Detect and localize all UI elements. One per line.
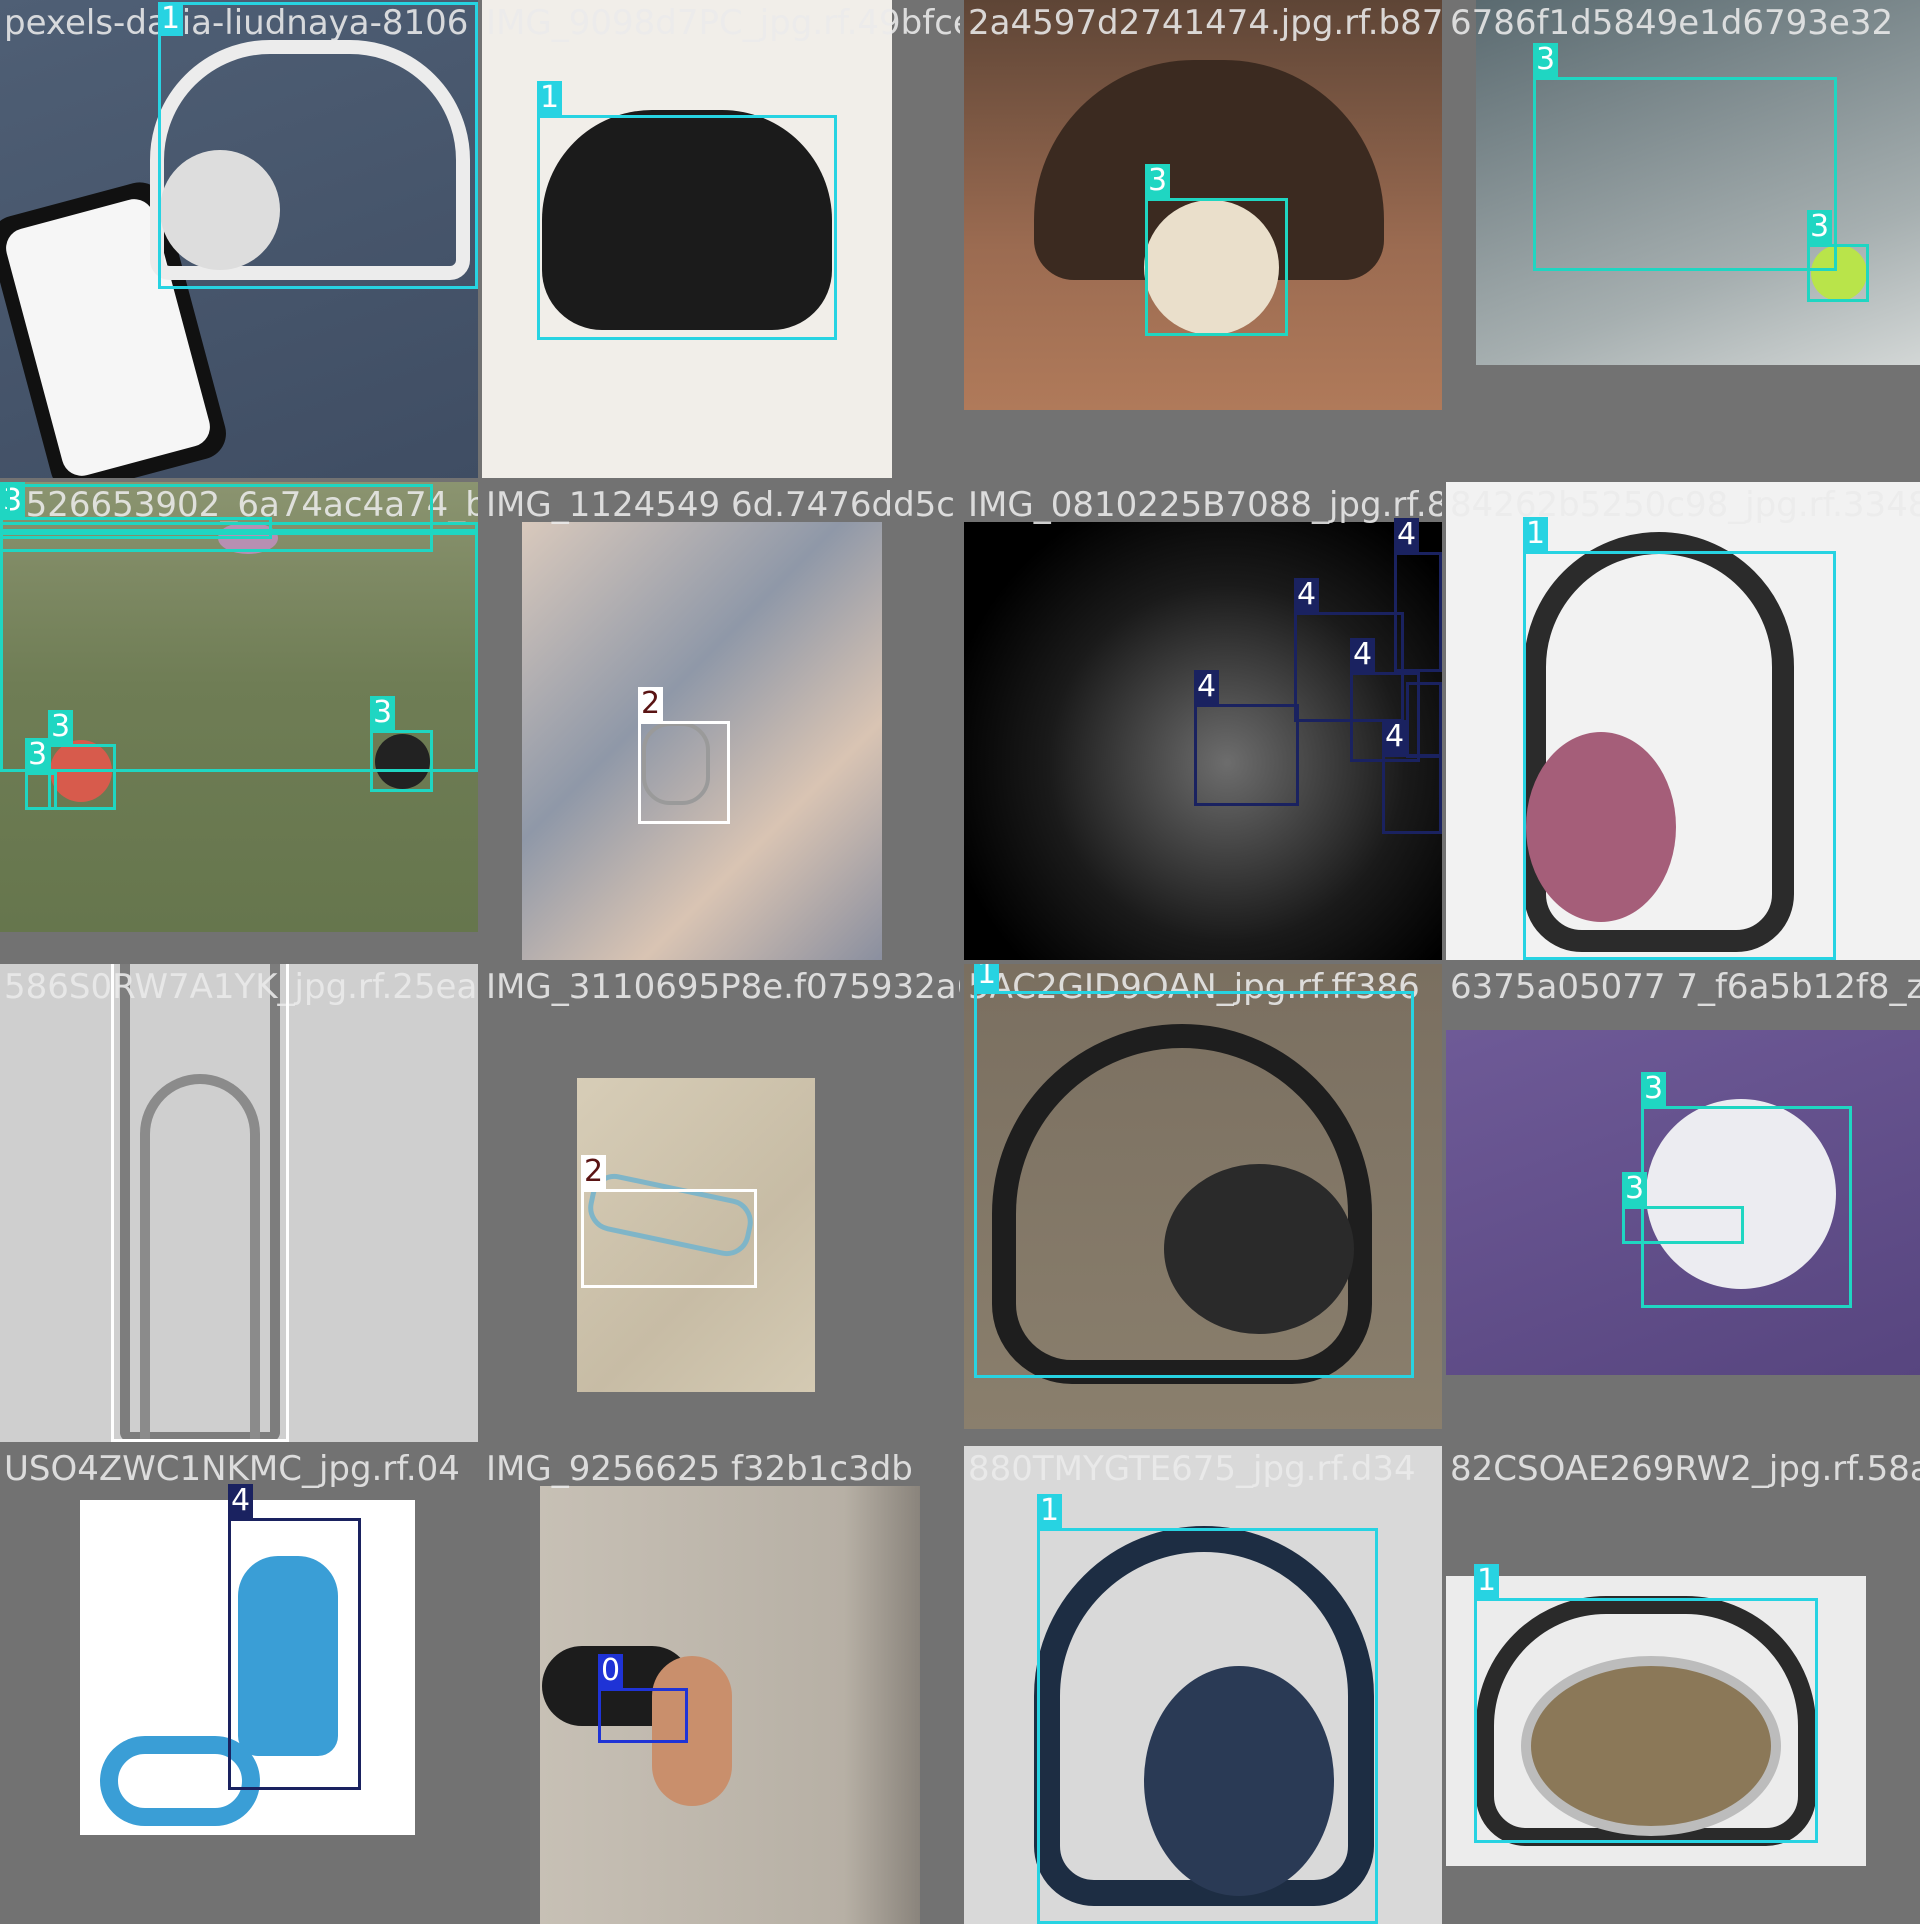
bbox-label-4: 4 [228,1484,254,1518]
bbox-4 [1194,704,1299,806]
bbox-3 [48,744,116,810]
bbox-label-0: 0 [598,1654,624,1688]
tile-filename: IMG_9256625 f32b1c3db [486,1449,913,1489]
bbox-4 [1382,754,1442,834]
bbox-label-4: 4 [1294,578,1320,612]
bbox-label-1: 1 [1037,1494,1063,1528]
bbox-1 [158,2,478,289]
bbox-3 [25,772,57,810]
tile: 586S0RW7A1YK_jpg.rf.25ea 2 [0,964,478,1442]
bbox-2 [111,964,289,1442]
bbox-label-2: 2 [638,687,664,721]
bbox-label-3: 3 [370,696,396,730]
tile: 82CSOAE269RW2_jpg.rf.58a 1 [1446,1446,1920,1924]
tile: 5AC2GID9OAN_jpg.rf.ff386 1 [964,964,1442,1442]
bbox-label-1: 1 [537,81,563,115]
tile: 2526653902_6a74ac4a74_b_jpg 3 3 3 3 3 [0,482,478,960]
bbox-3 [0,482,10,512]
bbox-0 [598,1688,688,1743]
bbox-label-4: 4 [1350,638,1376,672]
tile-filename: IMG_3110695P8e.f075932a65 [486,967,960,1007]
bbox-1 [1474,1598,1818,1843]
bbox-label-4: 4 [1382,720,1408,754]
bbox-3 [0,522,478,532]
bbox-1 [974,991,1414,1378]
tile: IMG_9256625 f32b1c3db 0 [482,1446,960,1924]
bbox-label-1: 1 [1523,517,1549,551]
bbox-3 [1807,244,1869,302]
bbox-label-4: 4 [1194,670,1220,704]
tile: 880TMYGTE675_jpg.rf.d34 1 [964,1446,1442,1924]
tile: 6375a05077 7_f6a5b12f8_z 3 3 [1446,964,1920,1442]
tile-filename: IMG_0810225B7088_jpg.rf.81a [968,485,1442,525]
tile: 6786f1d5849e1d6793e32 3 3 [1446,0,1920,478]
bbox-3 [1622,1206,1744,1244]
bbox-1 [1037,1528,1378,1924]
bbox-label-3: 3 [25,738,51,772]
bbox-label-3: 3 [1622,1172,1648,1206]
tile: USO4ZWC1NKMC_jpg.rf.04 4 [0,1446,478,1924]
bbox-4 [1406,682,1442,758]
bbox-label-2: 2 [581,1155,607,1189]
bbox-label-1: 1 [974,964,1000,991]
tile: IMG_0810225B7088_jpg.rf.81a 4 4 4 4 4 [964,482,1442,960]
bbox-label-3: 3 [1641,1072,1667,1106]
tile: 2a4597d2741474.jpg.rf.b879e3d 3 [964,0,1442,478]
tile: pexels-daria-liudnaya-8106 1 [0,0,478,478]
bbox-2 [638,721,730,824]
bbox-label-1: 1 [158,2,184,36]
bbox-label-1: 1 [1474,1564,1500,1598]
tile-filename: 6375a05077 7_f6a5b12f8_z [1450,967,1920,1007]
bbox-1 [537,115,837,340]
bbox-2 [581,1189,757,1288]
bbox-1 [1523,551,1836,960]
bbox-label-3: 3 [1145,164,1171,198]
bbox-3 [370,730,433,792]
bbox-label-3: 3 [48,710,74,744]
tile: IMG_3110695P8e.f075932a65 2 [482,964,960,1442]
tile: 84262b5250c98_jpg.rf.3348 1 [1446,482,1920,960]
tile-filename: IMG_1124549 6d.7476dd5c [486,485,955,525]
tile-filename: 82CSOAE269RW2_jpg.rf.58a [1450,1449,1920,1489]
bbox-3 [1533,77,1837,271]
bbox-label-3: 3 [1533,43,1559,77]
bbox-3 [1145,198,1288,336]
tile: IMG_9098d7PC_jpg.rf.49bfce9f52a 1 [482,0,960,478]
mosaic-grid: pexels-daria-liudnaya-8106 1 IMG_9098d7P… [0,0,1920,1924]
bbox-4 [228,1518,361,1790]
bbox-label-4: 4 [1394,518,1420,552]
bbox-label-3: 3 [1807,210,1833,244]
tile: IMG_1124549 6d.7476dd5c 2 [482,482,960,960]
